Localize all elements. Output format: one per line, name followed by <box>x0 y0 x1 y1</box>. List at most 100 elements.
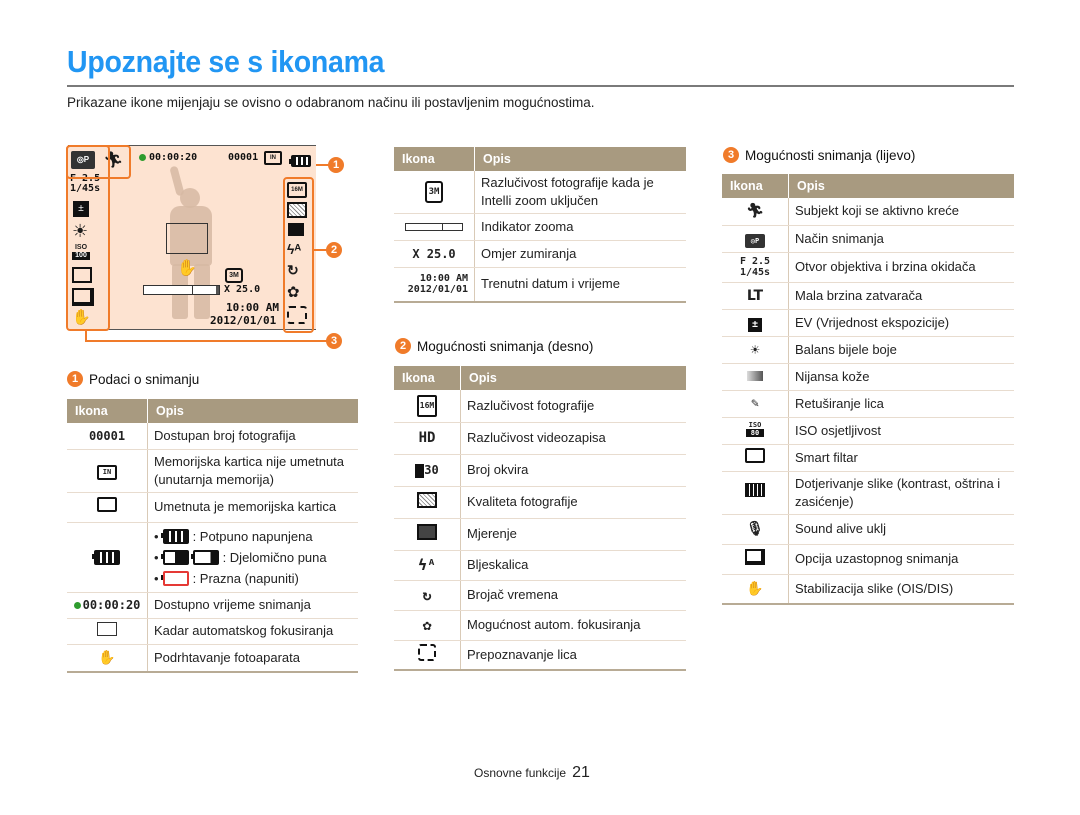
row-desc: Podrhtavanje fotoaparata <box>147 644 358 673</box>
row-desc: Razlučivost fotografije kada je Intelli … <box>474 171 686 214</box>
internal-memory-icon: IN <box>264 151 282 165</box>
table-row: 00001 Dostupan broj fotografija <box>67 423 358 450</box>
table-header-row: Ikona Opis <box>722 174 1014 198</box>
table-header-row: Ikona Opis <box>394 366 686 390</box>
table-row: ✋ Stabilizacija slike (OIS/DIS) <box>722 574 1014 605</box>
table-row: 🎙︎ Sound alive uklj <box>722 514 1014 545</box>
active-subject-icon: 🏃︎ <box>722 198 789 226</box>
row-desc: Način snimanja <box>788 225 1014 253</box>
table-row: • : Potpuno napunjena • : Djelomično pun… <box>67 522 358 593</box>
zoom-ratio-icon: X 25.0 <box>394 240 475 268</box>
row-desc: Umetnuta je memorijska kartica <box>147 492 358 523</box>
row-desc: Omjer zumiranja <box>474 240 686 268</box>
col-header-icon: Ikona <box>394 366 461 390</box>
page-footer: Osnovne funkcije 21 <box>474 764 590 782</box>
battery-empty-label: : Prazna (napuniti) <box>192 570 299 586</box>
shutter-value: 1/45s <box>739 267 771 278</box>
title-divider <box>67 85 1014 87</box>
aperture-value: F 2.5 <box>739 256 771 267</box>
table-row: Kadar automatskog fokusiranja <box>67 618 358 645</box>
table-row: ✋ Podrhtavanje fotoaparata <box>67 644 358 673</box>
row-desc: Broj okvira <box>460 454 686 487</box>
section3-table: Ikona Opis 🏃︎ Subjekt koji se aktivno kr… <box>722 174 1014 605</box>
intelli-zoom-resolution-badge: 3M <box>225 268 243 283</box>
section2-title: Mogućnosti snimanja (desno) <box>417 338 594 354</box>
table-row: F 2.5 1/45s Otvor objektiva i brzina okid… <box>722 252 1014 283</box>
row-desc: Dostupno vrijeme snimanja <box>147 592 358 619</box>
section3-number: 3 <box>723 147 739 163</box>
col-header-icon: Ikona <box>67 399 148 423</box>
smart-filter-icon <box>745 447 765 463</box>
table-row: ◎P Način snimanja <box>722 225 1014 253</box>
row-desc: EV (Vrijednost ekspozicije) <box>788 309 1014 337</box>
row-desc: Brojač vremena <box>460 580 686 611</box>
current-date: 2012/01/01 <box>210 314 277 327</box>
battery-partial-icon <box>160 549 189 565</box>
battery-full-item: • : Potpuno napunjena <box>154 526 352 547</box>
aperture-shutter-icon: F 2.5 1/45s <box>722 252 789 283</box>
table-row: ✿ Mogućnost autom. fokusiranja <box>394 610 686 641</box>
section3-title: Mogućnosti snimanja (lijevo) <box>745 147 916 163</box>
row-desc: Dotjerivanje slike (kontrast, oštrina i … <box>788 471 1014 515</box>
table-row: LT Mala brzina zatvarača <box>722 282 1014 310</box>
table-row: HD Razlučivost videozapisa <box>394 422 686 455</box>
macro-icon: ✿ <box>394 610 461 641</box>
zoom-bar-icon <box>405 223 463 231</box>
left-options-top-frame <box>66 145 131 179</box>
table-row: ✎ Retuširanje lica <box>722 390 1014 418</box>
section1-heading: 1 Podaci o snimanju <box>67 371 199 387</box>
row-desc: Retuširanje lica <box>788 390 1014 418</box>
row-desc: Balans bijele boje <box>788 336 1014 364</box>
white-balance-icon: ☀ <box>722 336 789 364</box>
col-header-desc: Opis <box>147 399 358 423</box>
row-desc: Prepoznavanje lica <box>460 640 686 671</box>
long-time-icon: LT <box>722 282 789 310</box>
col-header-desc: Opis <box>460 366 686 390</box>
battery-icon <box>92 550 120 565</box>
table-row: 🏃︎ Subjekt koji se aktivno kreće <box>722 198 1014 226</box>
camera-shake-icon: ✋ <box>98 649 116 666</box>
section1-title: Podaci o snimanju <box>89 371 200 387</box>
page-number: 21 <box>572 764 590 781</box>
row-desc: Mogućnost autom. fokusiranja <box>460 610 686 641</box>
section2-table: Ikona Opis 16M Razlučivost fotografije H… <box>394 366 686 671</box>
table-row: ISO 80 ISO osjetljivost <box>722 417 1014 445</box>
center-info-table: Ikona Opis 3M Razlučivost fotografije ka… <box>394 147 686 303</box>
table-row: IN Memorijska kartica nije umetnuta (unu… <box>67 449 358 493</box>
face-retouch-icon: ✎ <box>722 390 789 418</box>
current-time: 10:00 AM <box>226 301 279 314</box>
battery-partial-item: • : Djelomično puna <box>154 547 352 568</box>
timer-icon: ↻ <box>394 580 461 611</box>
section1-number: 1 <box>67 371 83 387</box>
table-row: 16M Razlučivost fotografije <box>394 390 686 423</box>
table-row: Kvaliteta fotografije <box>394 486 686 519</box>
table-row: X 25.0 Omjer zumiranja <box>394 240 686 268</box>
footer-section: Osnovne funkcije <box>474 766 567 780</box>
row-desc: Mala brzina zatvarača <box>788 282 1014 310</box>
metering-icon <box>417 523 437 540</box>
row-desc: Opcija uzastopnog snimanja <box>788 544 1014 575</box>
flash-auto-icon: ϟᴬ <box>394 550 461 581</box>
row-desc: Nijansa kože <box>788 363 1014 391</box>
table-row: ☀ Balans bijele boje <box>722 336 1014 364</box>
record-dot <box>73 602 81 609</box>
datetime-date: 2012/01/01 <box>407 284 468 296</box>
callout-2: 2 <box>326 242 342 258</box>
col-header-icon: Ikona <box>394 147 475 171</box>
section2-number: 2 <box>395 338 411 354</box>
table-header-row: Ikona Opis <box>67 399 358 423</box>
row-desc: Subjekt koji se aktivno kreće <box>788 198 1014 226</box>
table-row: Prepoznavanje lica <box>394 640 686 671</box>
skin-tone-icon <box>747 370 763 381</box>
iso-icon: ISO 80 <box>746 421 764 437</box>
row-desc: Kadar automatskog fokusiranja <box>147 618 358 645</box>
datetime-icon: 10:00 AM 2012/01/01 <box>394 267 475 303</box>
table-row: Nijansa kože <box>722 363 1014 391</box>
record-dot <box>139 154 146 161</box>
row-desc: ISO osjetljivost <box>788 417 1014 445</box>
zoom-ratio: X 25.0 <box>224 284 261 295</box>
battery-full-icon <box>289 152 311 170</box>
row-desc: Sound alive uklj <box>788 514 1014 545</box>
table-row: ± EV (Vrijednost ekspozicije) <box>722 309 1014 337</box>
battery-partial-label: : Djelomično puna <box>222 549 327 565</box>
